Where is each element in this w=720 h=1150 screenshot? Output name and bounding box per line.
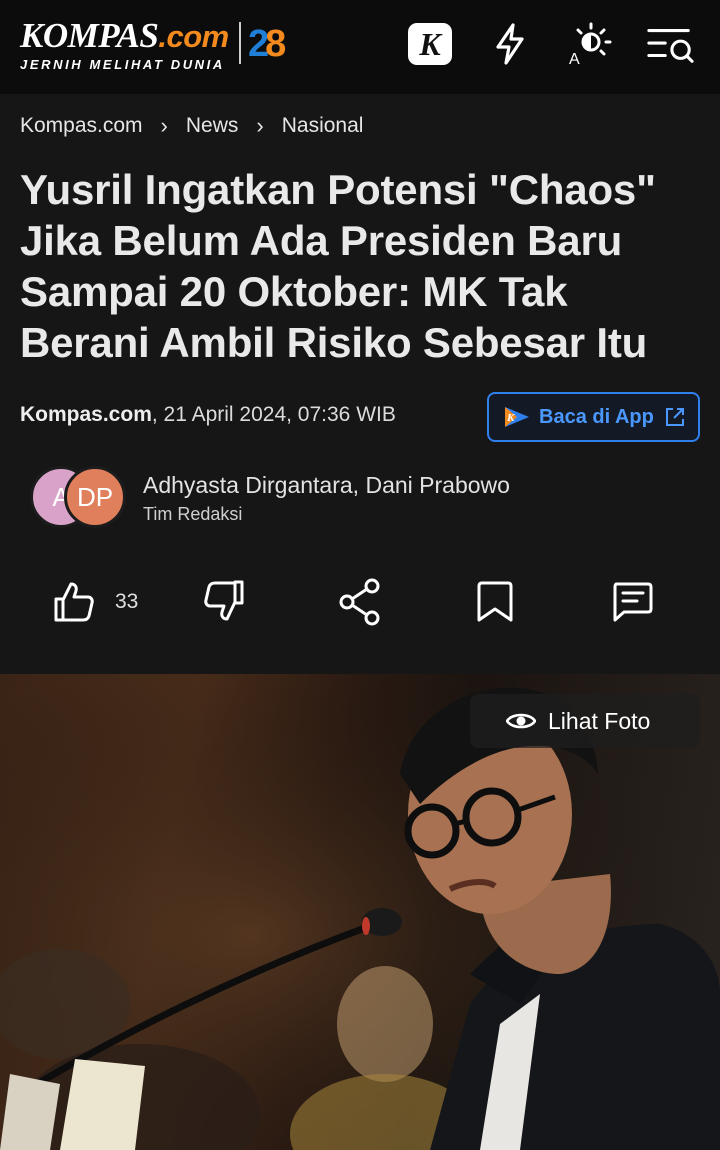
top-navigation-bar: KOMPAS.com JERNIH MELIHAT DUNIA 28 K A [0, 0, 720, 94]
author-avatars[interactable]: A DP [30, 466, 130, 530]
share-icon [339, 578, 380, 626]
article-date: , 21 April 2024, 07:36 WIB [151, 403, 396, 426]
author-names[interactable]: Adhyasta Dirgantara, Dani Prabowo [143, 472, 510, 499]
dislike-button[interactable] [200, 576, 246, 628]
article-meta: Kompas.com, 21 April 2024, 07:36 WIB [20, 403, 396, 427]
article-source[interactable]: Kompas.com [20, 403, 152, 426]
read-in-app-button[interactable]: K Baca di App [487, 392, 700, 442]
flash-icon[interactable] [486, 20, 534, 68]
svg-text:A: A [569, 51, 580, 68]
kompas-k-icon[interactable]: K [406, 20, 454, 68]
like-button[interactable] [52, 576, 96, 628]
eye-icon [506, 713, 536, 729]
breadcrumb-item-nasional[interactable]: Nasional [282, 114, 364, 138]
kompas-logo[interactable]: KOMPAS.com JERNIH MELIHAT DUNIA [20, 16, 229, 73]
external-link-icon [665, 408, 684, 426]
read-in-app-label: Baca di App [539, 405, 654, 428]
comment-icon [613, 582, 653, 622]
comment-button[interactable] [610, 576, 654, 628]
bookmark-icon [477, 581, 513, 622]
logo-divider [239, 22, 241, 64]
avatar: DP [64, 466, 126, 528]
share-button[interactable] [336, 576, 384, 628]
brightness-icon[interactable]: A [566, 20, 614, 68]
breadcrumb-separator: › [160, 113, 168, 138]
article-title: Yusril Ingatkan Potensi "Chaos" Jika Bel… [20, 166, 656, 366]
breadcrumb-item-news[interactable]: News [186, 114, 239, 138]
thumbs-up-icon [54, 582, 94, 622]
breadcrumb: Kompas.com › News › Nasional [20, 113, 363, 139]
anniversary-logo: 28 [248, 23, 286, 65]
like-count: 33 [115, 590, 139, 613]
thumbs-down-icon [204, 580, 244, 621]
menu-search-icon[interactable] [646, 20, 694, 68]
logo-wordmark: KOMPAS.com [20, 16, 229, 55]
breadcrumb-item-kompas[interactable]: Kompas.com [20, 114, 143, 138]
author-team: Tim Redaksi [143, 504, 243, 524]
bookmark-button[interactable] [474, 576, 516, 628]
kompas-app-icon: K [505, 407, 529, 427]
view-photo-label: Lihat Foto [548, 707, 651, 734]
breadcrumb-separator: › [256, 113, 264, 138]
svg-text:K: K [506, 412, 515, 424]
logo-tagline: JERNIH MELIHAT DUNIA [20, 57, 225, 72]
view-photo-button[interactable]: Lihat Foto [470, 694, 700, 748]
